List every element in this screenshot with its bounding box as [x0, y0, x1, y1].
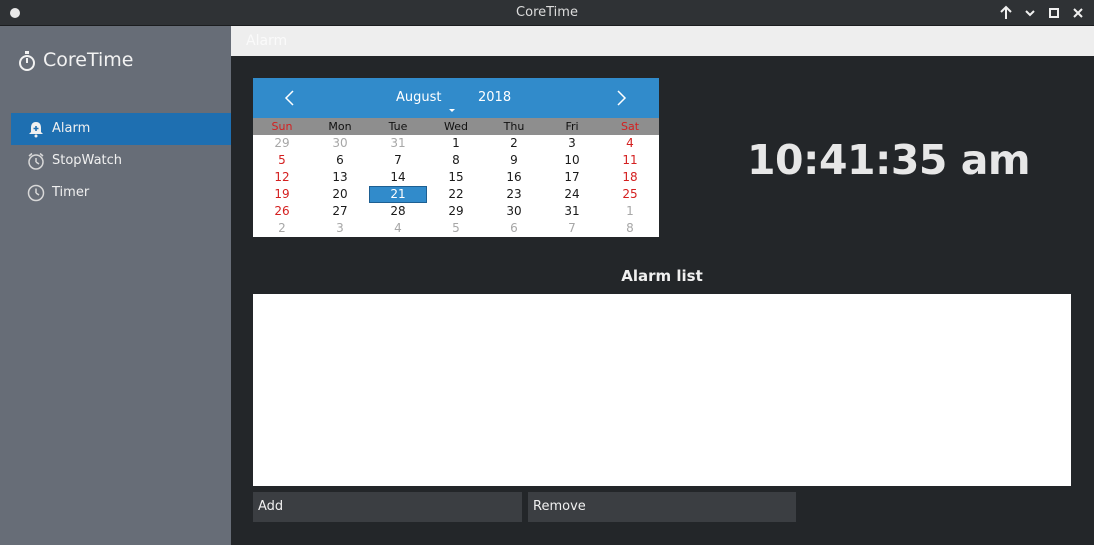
calendar-year-spinner[interactable]: 2018: [478, 90, 511, 105]
calendar-day[interactable]: 2: [253, 220, 311, 237]
calendar-day[interactable]: 30: [485, 203, 543, 220]
calendar-day[interactable]: 1: [427, 135, 485, 152]
page-header: Alarm: [231, 26, 1094, 56]
calendar-day[interactable]: 3: [543, 135, 601, 152]
chevron-left-icon[interactable]: [280, 88, 300, 108]
chevron-down-icon: [449, 109, 455, 112]
title-bar: CoreTime: [0, 0, 1094, 26]
calendar-day[interactable]: 11: [601, 152, 659, 169]
calendar-day[interactable]: 31: [543, 203, 601, 220]
calendar-day[interactable]: 12: [253, 169, 311, 186]
calendar-day[interactable]: 2: [485, 135, 543, 152]
keep-above-button[interactable]: [997, 4, 1015, 22]
calendar-day[interactable]: 5: [253, 152, 311, 169]
window-title: CoreTime: [516, 5, 578, 20]
app-logo-icon: [19, 51, 35, 71]
sidebar: CoreTime Alarm StopWatch Timer: [0, 26, 231, 545]
calendar-day[interactable]: 19: [253, 186, 311, 203]
page-title: Alarm: [246, 33, 288, 49]
sidebar-item-timer[interactable]: Timer: [11, 177, 231, 209]
calendar-month-select[interactable]: August: [396, 90, 442, 105]
calendar-day[interactable]: 16: [485, 169, 543, 186]
alarm-bell-icon: [29, 122, 43, 138]
weekday-label: Tue: [388, 120, 408, 133]
calendar-day[interactable]: 8: [427, 152, 485, 169]
clock-icon: [27, 184, 45, 202]
current-time: 10:41:35 am: [747, 136, 1031, 184]
alarm-list-title: Alarm list: [621, 267, 703, 285]
minimize-icon: [1025, 10, 1035, 17]
alarm-list[interactable]: [253, 294, 1071, 486]
calendar-day[interactable]: 8: [601, 220, 659, 237]
calendar: August 2018 Sun Mon Tue Wed Thu Fri Sat …: [253, 78, 659, 237]
sidebar-item-label: StopWatch: [52, 153, 123, 168]
minimize-button[interactable]: [1021, 4, 1039, 22]
calendar-day[interactable]: 29: [253, 135, 311, 152]
sidebar-item-alarm[interactable]: Alarm: [11, 113, 231, 145]
weekday-label: Thu: [503, 120, 525, 133]
calendar-day[interactable]: 31: [369, 135, 427, 152]
calendar-day[interactable]: 5: [427, 220, 485, 237]
calendar-day[interactable]: 21: [369, 186, 427, 203]
weekday-label: Mon: [328, 120, 352, 133]
calendar-day[interactable]: 15: [427, 169, 485, 186]
calendar-day[interactable]: 6: [311, 152, 369, 169]
sidebar-item-label: Alarm: [52, 121, 91, 136]
calendar-day[interactable]: 10: [543, 152, 601, 169]
app-name: CoreTime: [43, 49, 134, 71]
calendar-day[interactable]: 7: [543, 220, 601, 237]
calendar-day[interactable]: 6: [485, 220, 543, 237]
sidebar-item-stopwatch[interactable]: StopWatch: [11, 145, 231, 177]
calendar-day[interactable]: 25: [601, 186, 659, 203]
chevron-right-icon[interactable]: [611, 88, 631, 108]
weekday-label: Sat: [620, 120, 640, 133]
calendar-day[interactable]: 24: [543, 186, 601, 203]
calendar-day[interactable]: 27: [311, 203, 369, 220]
stopwatch-icon: [28, 152, 44, 170]
sidebar-item-label: Timer: [52, 185, 90, 200]
calendar-day[interactable]: 20: [311, 186, 369, 203]
weekday-label: Sun: [271, 120, 293, 133]
calendar-day-grid: 29 30 31 1 2 3 4 5 6 7 8 9 10 11 12 13 14 15 16 17 18 19 20 21 2…: [253, 135, 659, 237]
maximize-button[interactable]: [1045, 4, 1063, 22]
weekday-label: Wed: [444, 120, 468, 133]
calendar-day[interactable]: 4: [369, 220, 427, 237]
calendar-day[interactable]: 30: [311, 135, 369, 152]
calendar-day[interactable]: 9: [485, 152, 543, 169]
close-icon: [1073, 8, 1083, 18]
calendar-day[interactable]: 26: [253, 203, 311, 220]
calendar-weekday-header: Sun Mon Tue Wed Thu Fri Sat: [253, 118, 659, 135]
calendar-day[interactable]: 29: [427, 203, 485, 220]
close-button[interactable]: [1069, 4, 1087, 22]
weekday-label: Fri: [565, 120, 579, 133]
calendar-day[interactable]: 22: [427, 186, 485, 203]
arrow-up-icon: [1000, 5, 1012, 19]
remove-button[interactable]: Remove: [528, 492, 796, 522]
calendar-day[interactable]: 3: [311, 220, 369, 237]
calendar-day[interactable]: 17: [543, 169, 601, 186]
calendar-nav-bar: August 2018: [253, 78, 659, 118]
calendar-day[interactable]: 7: [369, 152, 427, 169]
calendar-day[interactable]: 28: [369, 203, 427, 220]
calendar-day[interactable]: 13: [311, 169, 369, 186]
calendar-day[interactable]: 1: [601, 203, 659, 220]
calendar-day[interactable]: 4: [601, 135, 659, 152]
maximize-icon: [1049, 8, 1059, 18]
calendar-day[interactable]: 18: [601, 169, 659, 186]
add-button[interactable]: Add: [253, 492, 522, 522]
calendar-day[interactable]: 23: [485, 186, 543, 203]
calendar-day[interactable]: 14: [369, 169, 427, 186]
